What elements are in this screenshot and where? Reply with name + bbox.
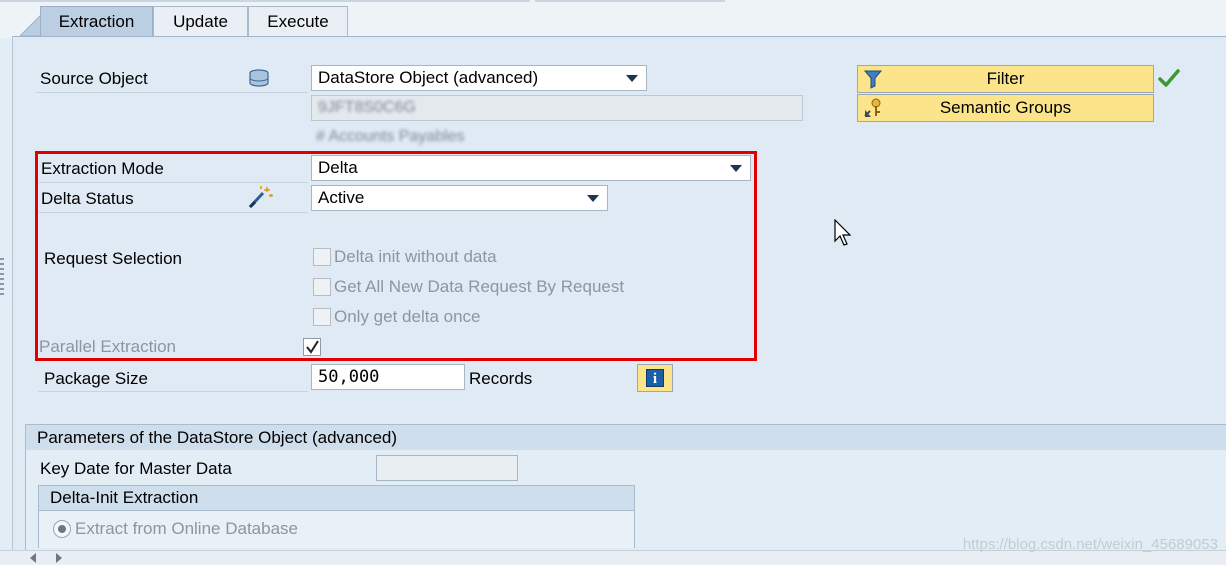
semantic-groups-button[interactable]: Semantic Groups	[857, 94, 1154, 122]
info-icon: i	[646, 369, 664, 387]
parameters-section-title: Parameters of the DataStore Object (adva…	[37, 428, 398, 447]
package-size-input[interactable]: 50,000	[311, 364, 465, 390]
records-unit-label: Records	[469, 369, 533, 388]
extract-online-radio[interactable]	[53, 520, 71, 538]
tab-execute[interactable]: Execute	[248, 6, 348, 36]
package-size-label: Package Size	[44, 369, 148, 388]
source-object-name: 9JFT8S0C6G	[318, 99, 416, 116]
source-type-dropdown[interactable]: DataStore Object (advanced)	[311, 65, 647, 91]
extract-online-label: Extract from Online Database	[75, 519, 298, 538]
top-divider	[0, 0, 530, 2]
funnel-icon	[864, 70, 882, 89]
top-divider	[535, 0, 725, 2]
radio-selected-dot	[58, 525, 66, 533]
tab-extraction[interactable]: Extraction	[40, 6, 153, 36]
key-date-label: Key Date for Master Data	[40, 459, 232, 478]
mouse-cursor-icon	[834, 219, 852, 246]
highlight-box	[35, 151, 757, 361]
source-type-value: DataStore Object (advanced)	[318, 68, 539, 87]
row-divider	[38, 391, 308, 392]
filter-label: Filter	[986, 69, 1025, 88]
green-check-icon	[1158, 69, 1180, 87]
source-object-name-field: 9JFT8S0C6G	[311, 95, 803, 121]
tab-update[interactable]: Update	[153, 6, 248, 36]
key-group-icon	[864, 98, 881, 117]
row-divider	[36, 92, 308, 93]
splitter-grip[interactable]	[0, 258, 4, 298]
filter-button[interactable]: Filter	[857, 65, 1154, 93]
info-button[interactable]: i	[637, 364, 673, 392]
delta-init-section-header: Delta-Init Extraction	[38, 485, 635, 511]
key-date-input[interactable]	[376, 455, 518, 481]
parameters-section-header: Parameters of the DataStore Object (adva…	[25, 424, 1226, 450]
watermark-text: https://blog.csdn.net/weixin_45689053	[962, 536, 1218, 553]
scroll-left-icon[interactable]	[30, 553, 36, 563]
scroll-right-icon[interactable]	[56, 553, 62, 563]
database-icon	[249, 69, 269, 87]
chevron-down-icon	[626, 75, 638, 82]
source-object-label: Source Object	[40, 69, 148, 88]
delta-init-section-title: Delta-Init Extraction	[50, 488, 199, 507]
semantic-groups-label: Semantic Groups	[939, 98, 1072, 117]
source-object-description: # Accounts Payables	[316, 128, 465, 145]
